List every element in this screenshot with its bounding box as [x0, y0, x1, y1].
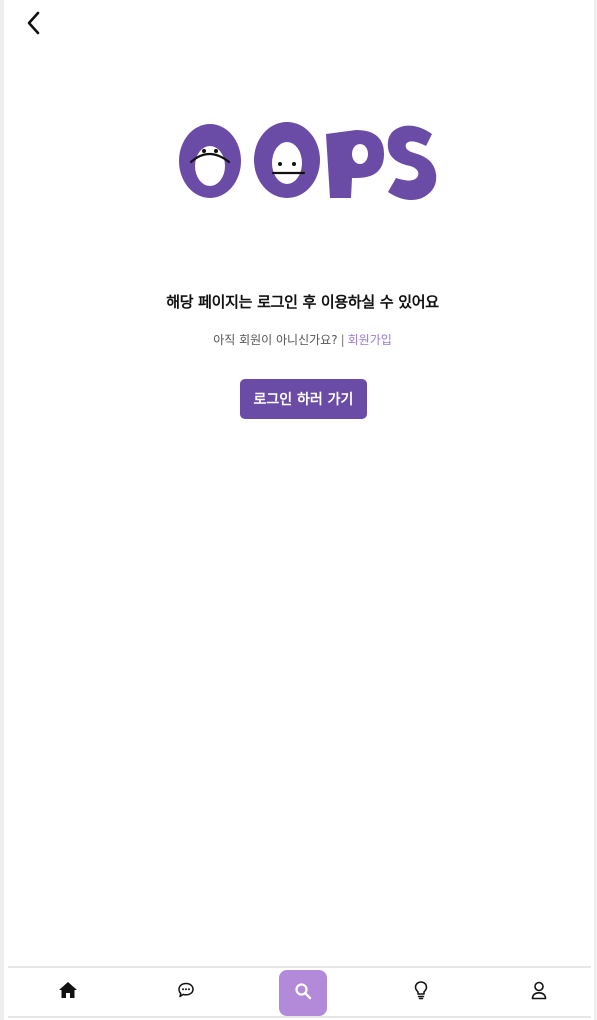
app-screen: 해당 페이지는 로그인 후 이용하실 수 있어요 아직 회원이 아니신가요? | 회…	[0, 0, 597, 1020]
lightbulb-icon	[413, 980, 429, 1004]
nav-home[interactable]	[44, 968, 92, 1016]
nav-tips[interactable]	[397, 968, 445, 1016]
bottom-nav	[8, 966, 591, 1018]
login-button[interactable]: 로그인 하러 가기	[240, 379, 367, 419]
user-icon	[530, 980, 548, 1004]
home-icon	[58, 980, 78, 1004]
oops-logo	[174, 118, 438, 202]
chevron-left-icon	[26, 11, 40, 39]
search-icon	[294, 982, 312, 1004]
signup-prompt: 아직 회원이 아니신가요? | 회원가입	[4, 331, 597, 348]
nav-search[interactable]	[279, 970, 327, 1016]
signup-prompt-text: 아직 회원이 아니신가요?	[213, 333, 338, 347]
signup-link[interactable]: 회원가입	[348, 333, 392, 347]
nav-chat[interactable]	[162, 968, 210, 1016]
back-button[interactable]	[18, 10, 48, 40]
nav-profile[interactable]	[515, 968, 563, 1016]
chat-icon	[177, 981, 195, 1003]
page-title: 해당 페이지는 로그인 후 이용하실 수 있어요	[166, 293, 439, 311]
divider: |	[340, 333, 345, 347]
